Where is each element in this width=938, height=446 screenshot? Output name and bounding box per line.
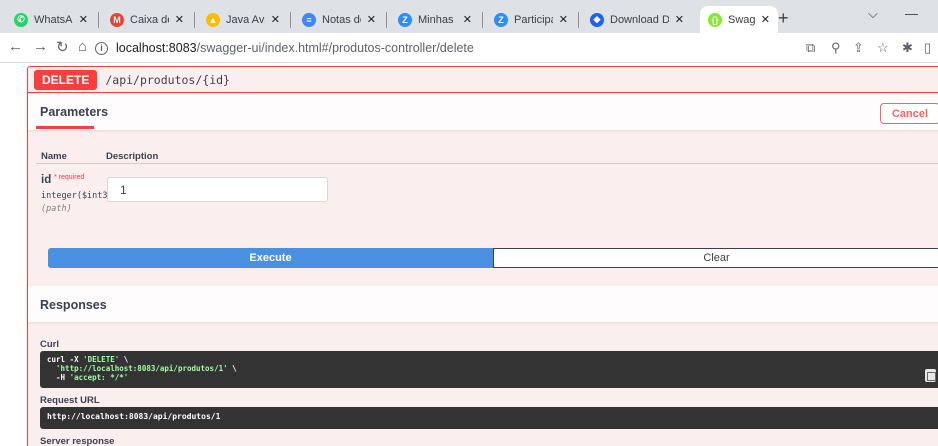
bookmark-star-icon[interactable]: ☆ [877, 40, 889, 56]
curl-method: 'DELETE' [83, 355, 120, 364]
curl-line1: curl -X [47, 355, 84, 364]
home-icon[interactable]: ⌂ [78, 38, 87, 55]
curl-url: 'http://localhost:8083/api/produtos/1' [56, 364, 228, 373]
close-tab-icon[interactable]: ✕ [675, 13, 684, 26]
address-path: /swagger-ui/index.html#/produtos-control… [196, 41, 474, 55]
close-tab-icon[interactable]: ✕ [79, 13, 88, 26]
browser-tab-title: WhatsApp [34, 13, 73, 26]
server-response-label: Server response [40, 436, 115, 446]
tab-separator [194, 12, 195, 28]
curl-label: Curl [40, 339, 59, 350]
request-url-label: Request URL [40, 395, 100, 406]
http-method-badge: DELETE [34, 69, 98, 90]
browser-tab[interactable]: ≡ Notas de Aul ✕ [294, 6, 384, 33]
tab-separator [290, 12, 291, 28]
browser-tab[interactable]: Z Minhas Reuni ✕ [390, 6, 480, 33]
parameters-tab[interactable]: Parameters [40, 105, 108, 119]
zoom-icon: Z [494, 12, 508, 27]
operation-block-delete: DELETE /api/produtos/{id} Parameters Can… [27, 66, 938, 446]
responses-title: Responses [40, 298, 107, 312]
close-tab-icon[interactable]: ✕ [559, 13, 568, 26]
tab-separator [386, 12, 387, 28]
close-tab-icon[interactable]: ✕ [271, 13, 280, 26]
gmail-icon: M [110, 12, 124, 27]
forward-icon[interactable]: → [33, 38, 48, 55]
curl-header: 'accept: */*' [69, 373, 129, 382]
swagger-content: DELETE /api/produtos/{id} Parameters Can… [0, 63, 938, 446]
execute-button[interactable]: Execute [48, 248, 493, 268]
side-panel-icon[interactable]: ▯ [924, 40, 931, 56]
close-tab-icon[interactable]: ✕ [367, 13, 376, 26]
browser-tab-title: Participante d [514, 13, 553, 26]
browser-toolbar: ← → ↻ ⌂ i localhost:8083/swagger-ui/inde… [0, 33, 938, 63]
zoom-icon: Z [398, 12, 412, 27]
close-tab-icon[interactable]: ✕ [175, 13, 184, 26]
parameters-tab-indicator [36, 126, 94, 129]
google-docs-icon: ≡ [302, 12, 316, 27]
extensions-icon[interactable]: ✱ [902, 40, 913, 56]
reload-icon[interactable]: ↻ [56, 38, 69, 56]
browser-tab-title: Swagger UI [728, 13, 755, 26]
curl-line2-end: \ [227, 364, 237, 373]
browser-tab[interactable]: Z Participante d ✕ [486, 6, 576, 33]
new-tab-button[interactable]: + [778, 8, 789, 29]
clear-button[interactable]: Clear [493, 248, 938, 268]
back-icon[interactable]: ← [8, 38, 23, 55]
cancel-button[interactable]: Cancel [880, 103, 938, 124]
close-tab-icon[interactable]: ✕ [463, 13, 472, 26]
curl-line3-prefix: -H [47, 373, 70, 382]
curl-line1-end: \ [119, 355, 129, 364]
param-required-badge: * required [54, 174, 85, 181]
tab-separator [98, 12, 99, 28]
info-icon[interactable]: i [95, 41, 108, 55]
browser-tab-title: Java Avançad [226, 13, 265, 26]
table-divider [36, 163, 938, 164]
browser-tab[interactable]: ✆ WhatsApp ✕ [6, 6, 96, 33]
column-header-description: Description [106, 151, 159, 162]
browser-tab-title: Download Do [610, 13, 669, 26]
operation-path: /api/produtos/{id} [105, 72, 230, 87]
swagger-icon: {} [708, 12, 722, 27]
whatsapp-icon: ✆ [14, 12, 28, 27]
google-drive-icon: ▲ [206, 12, 220, 27]
param-id-input[interactable] [107, 177, 328, 202]
browser-tab[interactable]: ▲ Java Avançad ✕ [198, 6, 288, 33]
param-name: id [41, 174, 52, 186]
tab-search-icon[interactable]: ⌵ [868, 6, 878, 22]
column-header-name: Name [41, 151, 67, 162]
operation-summary[interactable]: DELETE /api/produtos/{id} [28, 67, 938, 93]
browser-tab-title: Notas de Aul [322, 13, 361, 26]
copy-to-clipboard-icon[interactable] [925, 369, 936, 382]
request-url-block[interactable]: http://localhost:8083/api/produtos/1 [40, 407, 938, 429]
address-host: localhost:8083 [116, 41, 197, 55]
browser-tab[interactable]: {} Swagger UI ✕ [700, 6, 778, 33]
parameters-header: Parameters Cancel [28, 94, 938, 130]
browser-tab[interactable]: ◆ Download Do ✕ [582, 6, 692, 33]
tab-separator [482, 12, 483, 28]
browser-tab-title: Minhas Reuni [418, 13, 457, 26]
docker-icon: ◆ [590, 12, 604, 27]
close-tab-icon[interactable]: ✕ [761, 13, 770, 26]
minimize-icon[interactable]: — [905, 6, 918, 21]
tab-separator [578, 12, 579, 28]
browser-tab-strip: ✆WhatsApp✕MCaixa de entr✕▲Java Avançad✕≡… [0, 0, 938, 33]
share-icon[interactable]: ⇪ [853, 40, 864, 56]
param-location: (path) [41, 204, 72, 214]
address-bar[interactable]: i localhost:8083/swagger-ui/index.html#/… [95, 37, 795, 59]
zoom-icon[interactable]: ⚲ [831, 40, 841, 56]
browser-tab[interactable]: M Caixa de entr ✕ [102, 6, 192, 33]
curl-code-block[interactable]: curl -X 'DELETE' \ 'http://localhost:808… [40, 351, 938, 388]
responses-header: Responses [28, 286, 938, 322]
browser-tab-title: Caixa de entr [130, 13, 169, 26]
open-in-app-icon[interactable]: ⧉ [806, 40, 815, 56]
